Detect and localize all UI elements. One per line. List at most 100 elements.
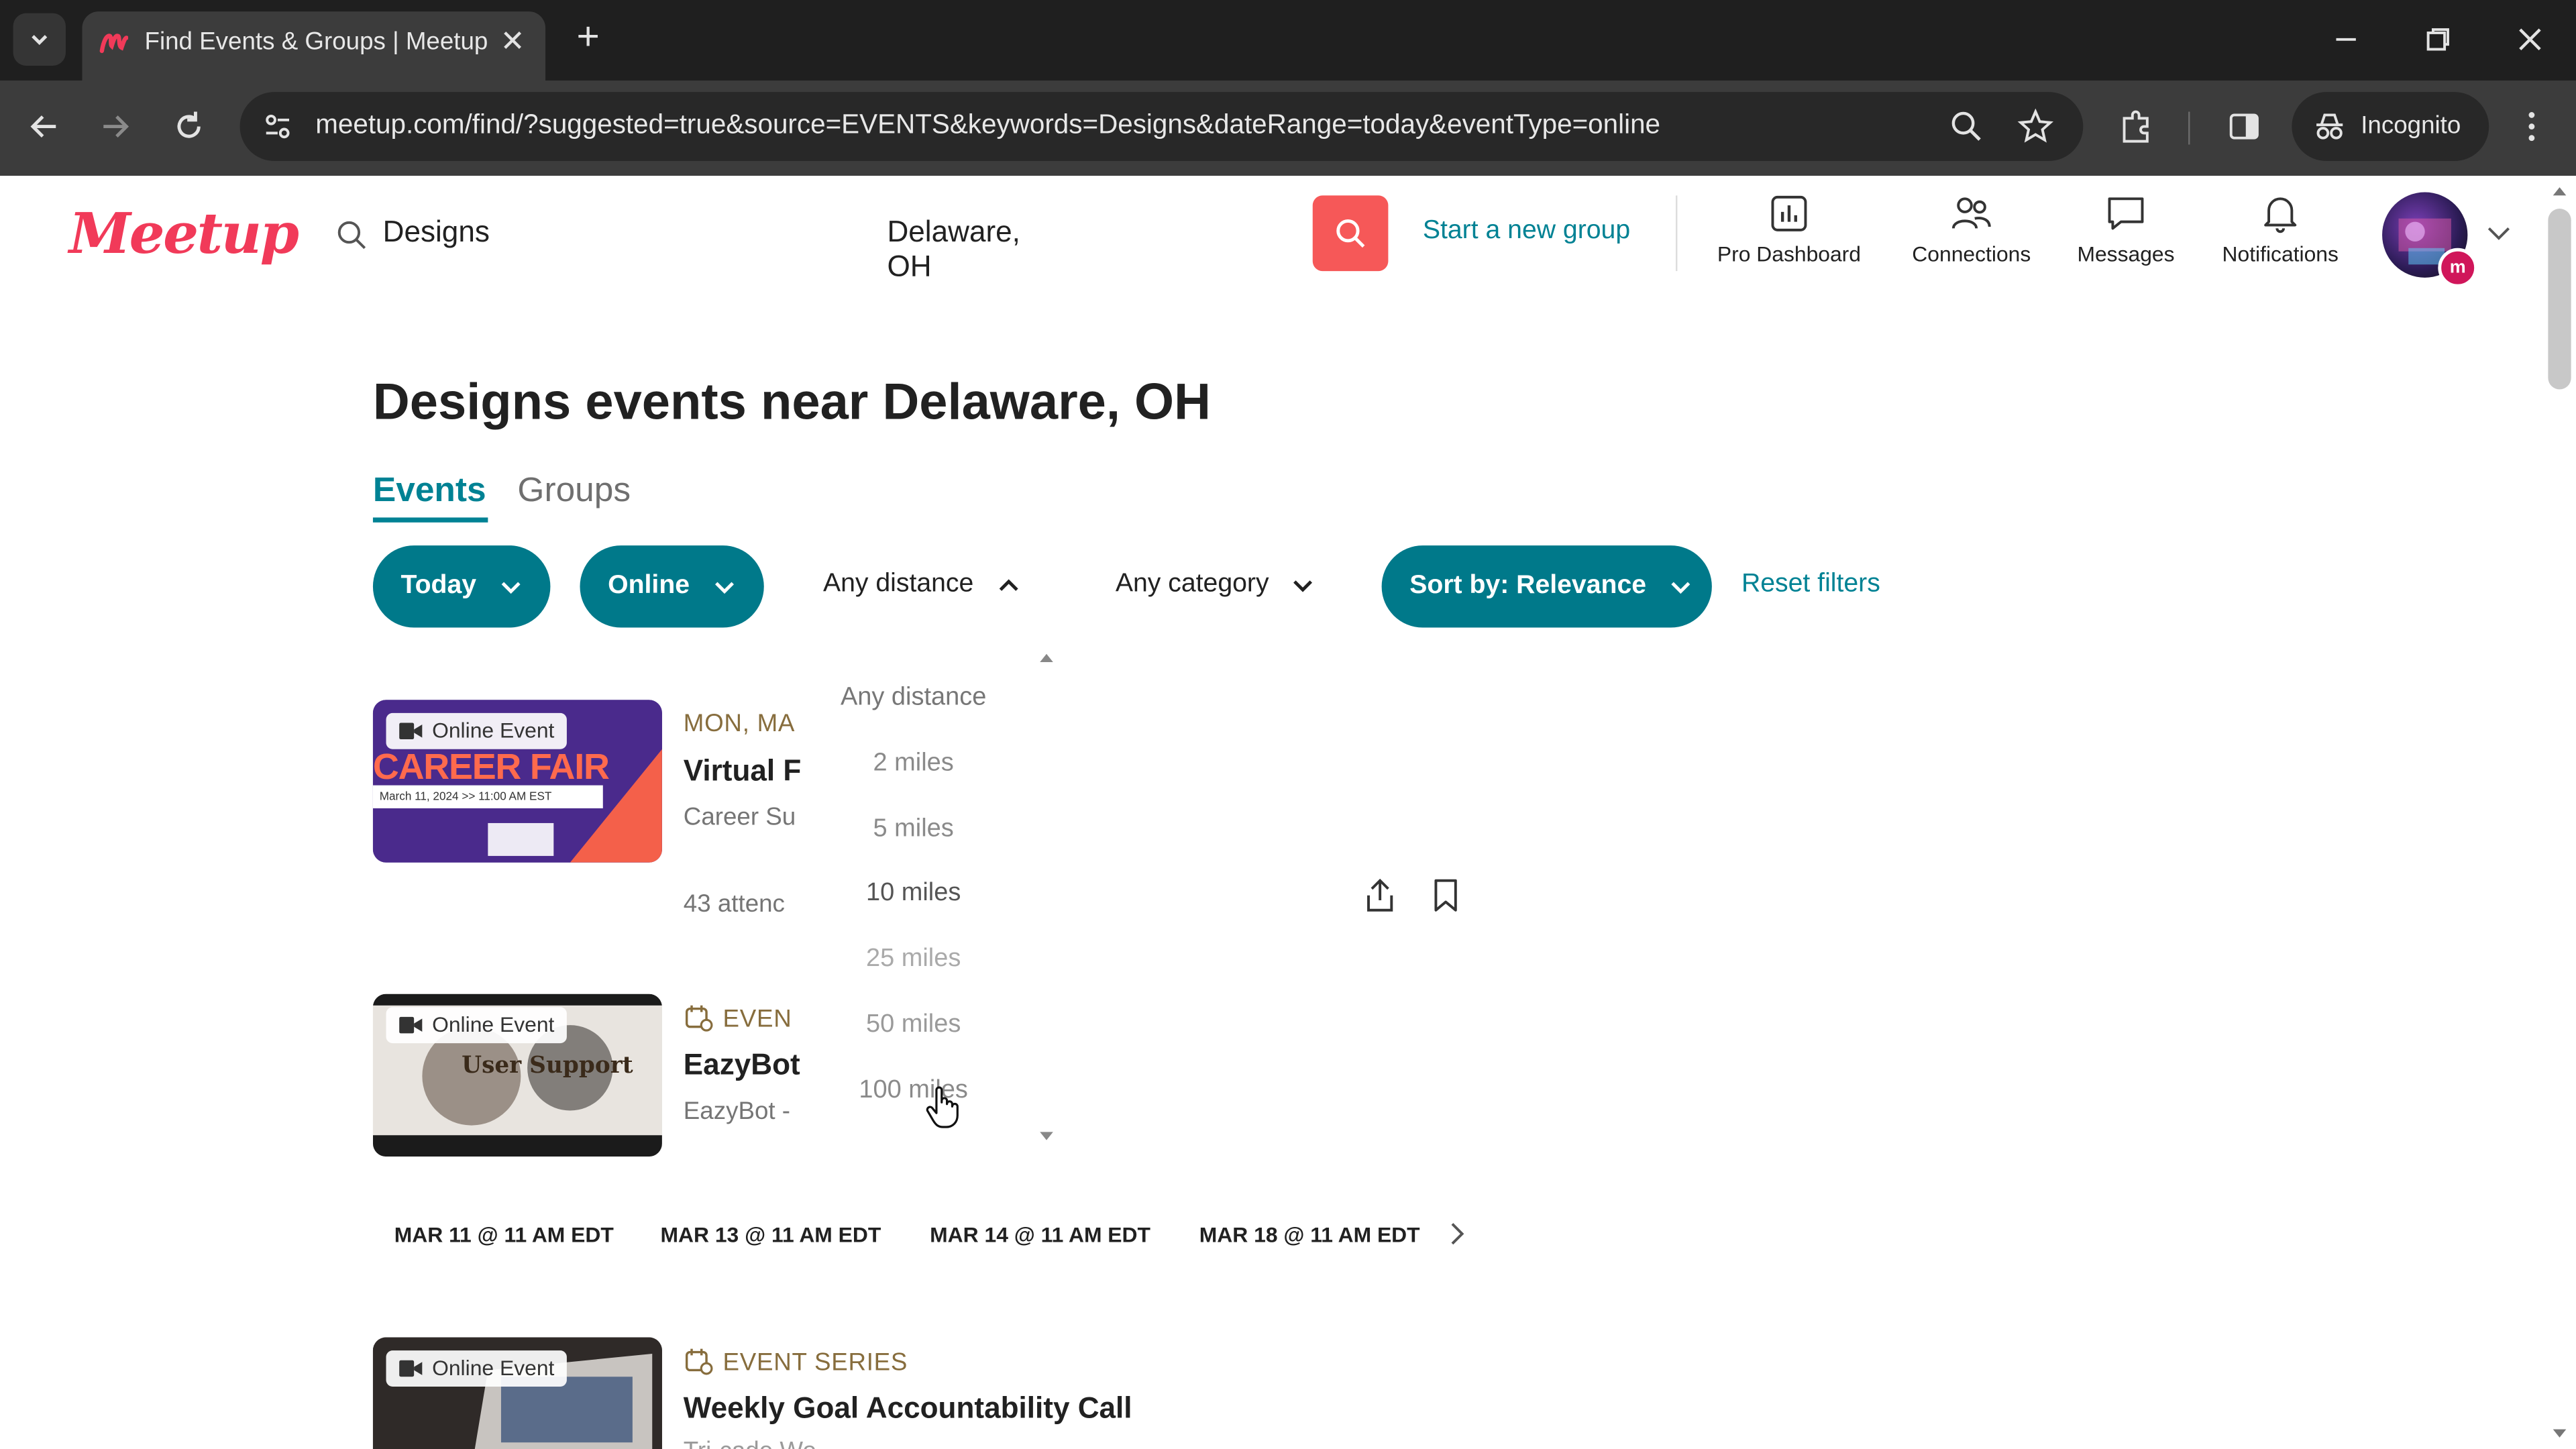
chevron-down-icon [1294, 580, 1313, 592]
people-icon [1951, 197, 1991, 229]
series-date[interactable]: MAR 11 @ 11 AM EDT [394, 1222, 614, 1247]
side-panel-icon[interactable] [2226, 109, 2262, 145]
menu-kebab-icon[interactable] [2514, 109, 2550, 145]
thumb-main-text: User Support [462, 1053, 633, 1079]
event-date-label: EVEN [722, 1005, 792, 1034]
series-date[interactable]: MAR 14 @ 11 AM EDT [930, 1222, 1150, 1247]
chevron-down-icon [501, 582, 521, 594]
type-filter-button[interactable]: Online [580, 545, 764, 628]
tab-search-button[interactable] [13, 13, 66, 66]
reset-filters-link[interactable]: Reset filters [1741, 570, 1880, 600]
thumb-main-text: CAREER FAIR [372, 745, 610, 788]
online-event-badge: Online Event [386, 1007, 568, 1044]
nav-messages[interactable]: Messages [2067, 193, 2185, 266]
scroll-down-arrow-icon[interactable] [1038, 1130, 1055, 1144]
scroll-down-arrow-icon[interactable] [2551, 1428, 2567, 1441]
page-title: Designs events near Delaware, OH [372, 372, 1211, 431]
bookmark-star-icon[interactable] [2017, 108, 2053, 145]
chevron-right-icon[interactable] [1446, 1221, 1468, 1247]
header-divider [1675, 195, 1678, 272]
date-filter-label: Today [400, 572, 477, 600]
event-group: Career Su [683, 803, 796, 832]
nav-notifications-label: Notifications [2222, 241, 2339, 266]
scroll-up-arrow-icon[interactable] [2551, 184, 2567, 197]
event-title[interactable]: EazyBot [684, 1048, 800, 1082]
extensions-icon[interactable] [2118, 109, 2154, 145]
close-window-icon[interactable] [2510, 19, 2550, 59]
back-icon[interactable] [23, 105, 66, 148]
scrollbar-thumb[interactable] [2548, 209, 2571, 390]
nav-notifications[interactable]: Notifications [2208, 193, 2353, 266]
start-new-group-link[interactable]: Start a new group [1423, 217, 1630, 246]
category-filter-button[interactable]: Any category [1116, 570, 1318, 600]
minimize-icon[interactable] [2326, 19, 2366, 59]
event-group: Tri-cade Wo... [684, 1438, 837, 1449]
chevron-down-icon[interactable] [2484, 219, 2514, 248]
event-date-label: EVENT SERIES [722, 1348, 908, 1377]
online-event-label: Online Event [432, 718, 555, 743]
bookmark-icon[interactable] [1428, 875, 1464, 915]
share-icon[interactable] [1362, 875, 1398, 915]
incognito-label: Incognito [2361, 111, 2461, 140]
keyword-input[interactable]: Designs [383, 215, 490, 250]
message-bubble-icon [2108, 197, 2144, 230]
series-date[interactable]: MAR 13 @ 11 AM EDT [660, 1222, 881, 1247]
distance-option[interactable]: 5 miles [822, 815, 1006, 845]
nav-pro-dashboard[interactable]: Pro Dashboard [1709, 193, 1870, 266]
new-tab-button[interactable]: + [567, 15, 610, 59]
distance-option[interactable]: 2 miles [822, 749, 1006, 779]
date-filter-button[interactable]: Today [372, 545, 551, 628]
tab-title: Find Events & Groups | Meetup [144, 28, 488, 56]
distance-option[interactable]: 100 miles [822, 1076, 1006, 1106]
event-thumbnail[interactable]: User Support Online Event [372, 994, 662, 1157]
category-filter-label: Any category [1115, 570, 1269, 598]
event-thumbnail[interactable]: CAREER FAIR March 11, 2024 >> 11:00 AM E… [372, 700, 662, 863]
zoom-icon[interactable] [1949, 109, 1985, 145]
distance-option[interactable]: 50 miles [822, 1010, 1006, 1040]
tab-close-icon[interactable]: ✕ [496, 25, 529, 58]
address-bar[interactable]: meetup.com/find/?suggested=true&source=E… [239, 92, 2084, 162]
video-camera-icon [399, 1360, 423, 1377]
search-bar[interactable]: Designs Delaware, OH [329, 199, 1052, 282]
browser-toolbar: meetup.com/find/?suggested=true&source=E… [0, 80, 2576, 176]
nav-pro-dashboard-label: Pro Dashboard [1717, 241, 1862, 266]
distance-filter-label: Any distance [822, 570, 974, 598]
meetup-logo[interactable]: Meetup [69, 202, 299, 268]
online-event-badge: Online Event [386, 1350, 568, 1387]
browser-tab-active[interactable]: Find Events & Groups | Meetup ✕ [82, 11, 546, 81]
event-date: EVENT SERIES [684, 1346, 908, 1377]
site-info-icon[interactable] [260, 109, 296, 145]
tab-events[interactable]: Events [373, 472, 486, 511]
online-event-badge: Online Event [386, 712, 568, 749]
event-title[interactable]: Virtual F [684, 754, 802, 788]
scroll-up-arrow-icon[interactable] [1038, 651, 1055, 664]
series-repeat-icon [685, 1348, 713, 1375]
event-title[interactable]: Weekly Goal Accountability Call [684, 1391, 1132, 1426]
restore-icon[interactable] [2418, 19, 2458, 59]
distance-option[interactable]: Any distance [822, 684, 1006, 713]
video-camera-icon [399, 722, 423, 740]
distance-filter-button[interactable]: Any distance [823, 570, 1023, 600]
nav-connections[interactable]: Connections [1898, 193, 2045, 266]
location-input[interactable]: Delaware, OH [887, 215, 1051, 284]
distance-dropdown[interactable]: Any distance 2 miles 5 miles 10 miles 25… [821, 641, 1068, 1150]
series-date[interactable]: MAR 18 @ 11 AM EDT [1199, 1222, 1420, 1247]
event-attendees: 43 attenc [683, 890, 785, 918]
event-thumbnail[interactable]: Online Event [372, 1337, 662, 1449]
online-event-label: Online Event [432, 1012, 555, 1037]
search-button[interactable] [1312, 195, 1389, 272]
forward-icon[interactable] [94, 105, 137, 148]
distance-option[interactable]: 25 miles [822, 945, 1006, 974]
type-filter-label: Online [608, 572, 690, 600]
search-icon [1336, 219, 1365, 248]
tab-groups[interactable]: Groups [517, 472, 631, 511]
tab-events-underline [372, 517, 488, 523]
distance-option[interactable]: 10 miles [822, 879, 1006, 908]
nav-messages-label: Messages [2077, 241, 2175, 266]
search-icon [337, 221, 366, 250]
sort-filter-button[interactable]: Sort by: Relevance [1381, 545, 1712, 628]
incognito-indicator[interactable]: Incognito [2292, 92, 2489, 162]
reload-icon[interactable] [168, 105, 211, 148]
meetup-page: Meetup Designs Delaware, OH Start a new … [0, 176, 2544, 1449]
online-event-label: Online Event [432, 1355, 555, 1381]
